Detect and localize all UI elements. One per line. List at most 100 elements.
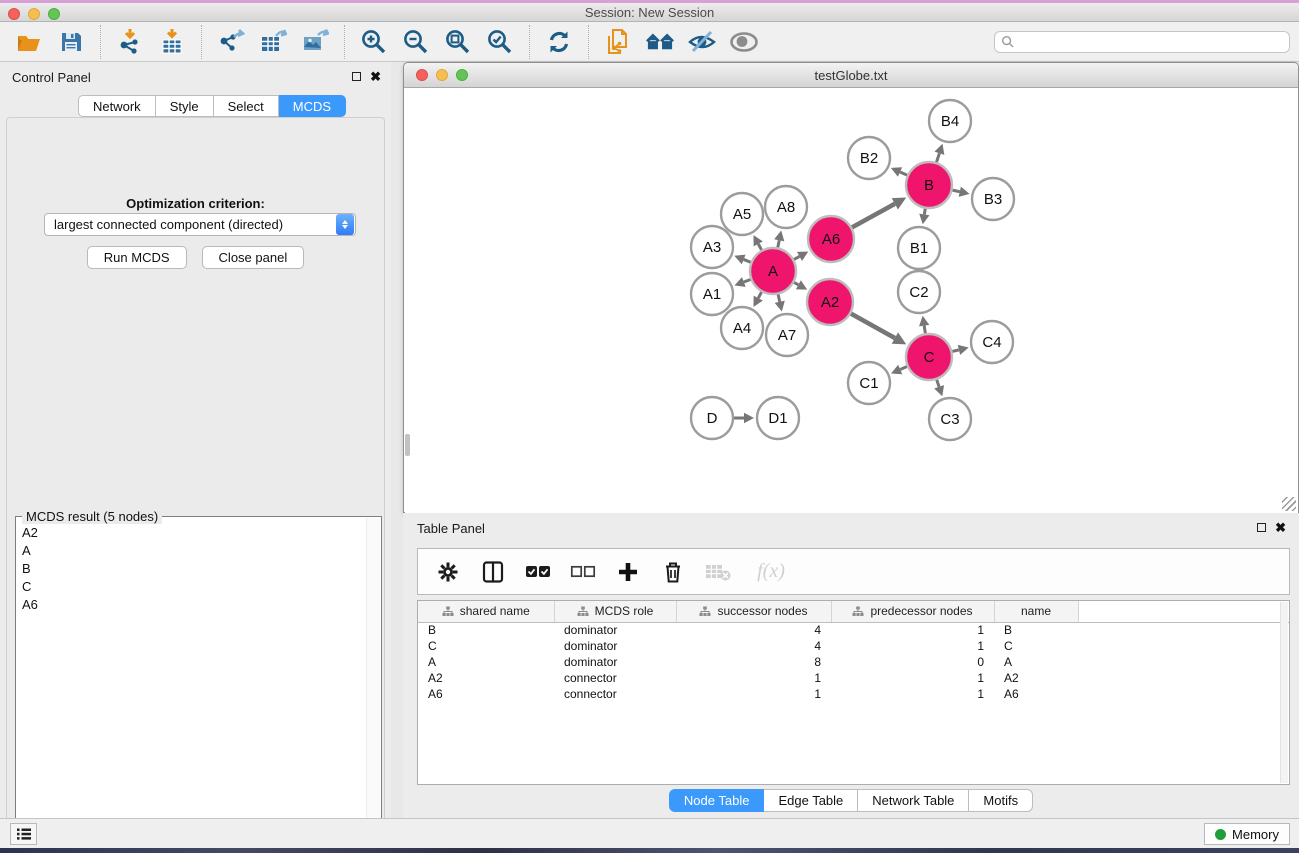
cell-predecessor-nodes[interactable]: 1 xyxy=(831,686,994,702)
edge-A-A5[interactable] xyxy=(758,244,761,250)
graph-node-C1[interactable]: C1 xyxy=(848,362,890,404)
cell-MCDS-role[interactable]: dominator xyxy=(554,622,676,638)
column-header-MCDS-role[interactable]: MCDS role xyxy=(554,601,676,622)
graph-node-B[interactable]: B xyxy=(906,162,952,208)
cell-MCDS-role[interactable]: dominator xyxy=(554,654,676,670)
graph-node-B3[interactable]: B3 xyxy=(972,178,1014,220)
cell-shared-name[interactable]: B xyxy=(418,622,554,638)
edge-B-B1[interactable] xyxy=(924,209,925,215)
network-vertical-scroll-thumb[interactable] xyxy=(405,434,410,456)
edge-A6-B[interactable] xyxy=(852,204,895,228)
edge-B-B3[interactable] xyxy=(952,190,959,192)
edge-A-A3[interactable] xyxy=(744,259,751,262)
cell-shared-name[interactable]: A2 xyxy=(418,670,554,686)
graph-node-C4[interactable]: C4 xyxy=(971,321,1013,363)
tab-node-table[interactable]: Node Table xyxy=(669,789,765,812)
task-history-button[interactable] xyxy=(10,823,37,845)
deselect-all-icon[interactable] xyxy=(569,558,597,586)
cell-MCDS-role[interactable]: connector xyxy=(554,686,676,702)
table-float-panel-icon[interactable] xyxy=(1257,523,1266,532)
cell-name[interactable]: C xyxy=(994,638,1078,654)
column-header-predecessor-nodes[interactable]: predecessor nodes xyxy=(831,601,994,622)
edge-A-A4[interactable] xyxy=(758,292,761,298)
close-panel-icon[interactable]: ✖ xyxy=(370,71,381,82)
edge-C-C3[interactable] xyxy=(937,380,939,387)
column-header-shared-name[interactable]: shared name xyxy=(418,601,554,622)
column-header-name[interactable]: name xyxy=(994,601,1078,622)
cell-successor-nodes[interactable]: 1 xyxy=(676,670,831,686)
tab-network[interactable]: Network xyxy=(78,95,156,117)
cell-name[interactable]: A xyxy=(994,654,1078,670)
add-column-icon[interactable] xyxy=(614,558,642,586)
result-scrollbar[interactable] xyxy=(366,518,380,853)
tab-network-table[interactable]: Network Table xyxy=(858,789,969,812)
result-item[interactable]: A2 xyxy=(16,523,365,541)
select-all-icon[interactable] xyxy=(524,558,552,586)
network-resize-grip[interactable] xyxy=(1282,497,1296,511)
cell-predecessor-nodes[interactable]: 1 xyxy=(831,638,994,654)
graph-node-B4[interactable]: B4 xyxy=(929,100,971,142)
tab-mcds[interactable]: MCDS xyxy=(279,95,346,117)
edge-A2-C[interactable] xyxy=(851,314,895,338)
cell-shared-name[interactable]: A6 xyxy=(418,686,554,702)
save-session-icon[interactable] xyxy=(56,27,86,57)
graph-node-C2[interactable]: C2 xyxy=(898,271,940,313)
node-table-grid[interactable]: shared nameMCDS rolesuccessor nodesprede… xyxy=(418,601,1289,702)
export-image-icon[interactable] xyxy=(300,27,330,57)
import-network-icon[interactable] xyxy=(115,27,145,57)
graph-node-A5[interactable]: A5 xyxy=(721,193,763,235)
edge-A-A1[interactable] xyxy=(744,279,751,282)
result-item[interactable]: A xyxy=(16,541,365,559)
cell-predecessor-nodes[interactable]: 0 xyxy=(831,654,994,670)
network-canvas[interactable]: B4B2BB3A8A5A6A3B1AA1C2A2A4A7C4CC1C3DD1 xyxy=(405,89,1298,513)
graph-node-A8[interactable]: A8 xyxy=(765,186,807,228)
graph-node-B1[interactable]: B1 xyxy=(898,227,940,269)
edge-C-C4[interactable] xyxy=(952,350,959,352)
column-chooser-icon[interactable] xyxy=(479,558,507,586)
cell-name[interactable]: A2 xyxy=(994,670,1078,686)
tab-motifs[interactable]: Motifs xyxy=(969,789,1033,812)
refresh-view-icon[interactable] xyxy=(544,27,574,57)
edge-B-B2[interactable] xyxy=(900,172,907,175)
edge-A-A2[interactable] xyxy=(794,282,798,284)
cell-MCDS-role[interactable]: dominator xyxy=(554,638,676,654)
edge-C-C1[interactable] xyxy=(900,367,907,370)
export-network-icon[interactable] xyxy=(216,27,246,57)
cell-shared-name[interactable]: A xyxy=(418,654,554,670)
tab-edge-table[interactable]: Edge Table xyxy=(764,789,858,812)
graph-node-A7[interactable]: A7 xyxy=(766,314,808,356)
graph-node-A2[interactable]: A2 xyxy=(807,279,853,325)
cell-name[interactable]: B xyxy=(994,622,1078,638)
memory-button[interactable]: Memory xyxy=(1204,823,1290,845)
graph-node-D1[interactable]: D1 xyxy=(757,397,799,439)
run-mcds-button[interactable]: Run MCDS xyxy=(87,246,187,269)
tab-select[interactable]: Select xyxy=(214,95,279,117)
table-row[interactable]: Adominator80A xyxy=(418,654,1289,670)
edge-A-A7[interactable] xyxy=(778,294,780,301)
table-row[interactable]: Cdominator41C xyxy=(418,638,1289,654)
search-input[interactable] xyxy=(1015,33,1289,51)
result-item[interactable]: B xyxy=(16,559,365,577)
show-all-icon[interactable] xyxy=(729,27,759,57)
cell-successor-nodes[interactable]: 4 xyxy=(676,622,831,638)
edge-C-C2[interactable] xyxy=(924,326,925,334)
clone-network-icon[interactable] xyxy=(603,27,633,57)
import-table-icon[interactable] xyxy=(157,27,187,57)
graph-node-A6[interactable]: A6 xyxy=(808,216,854,262)
edge-A-A8[interactable] xyxy=(778,240,779,247)
cell-shared-name[interactable]: C xyxy=(418,638,554,654)
cell-successor-nodes[interactable]: 4 xyxy=(676,638,831,654)
first-neighbors-icon[interactable] xyxy=(645,27,675,57)
zoom-out-icon[interactable] xyxy=(401,27,431,57)
table-row[interactable]: A2connector11A2 xyxy=(418,670,1289,686)
search-field[interactable] xyxy=(994,31,1290,53)
criterion-dropdown[interactable]: largest connected component (directed) xyxy=(44,213,356,236)
table-scrollbar[interactable] xyxy=(1280,602,1288,783)
cell-predecessor-nodes[interactable]: 1 xyxy=(831,622,994,638)
settings-gear-icon[interactable] xyxy=(434,558,462,586)
graph-node-D[interactable]: D xyxy=(691,397,733,439)
table-close-panel-icon[interactable]: ✖ xyxy=(1275,522,1286,533)
close-panel-button[interactable]: Close panel xyxy=(202,246,305,269)
graph-node-A[interactable]: A xyxy=(750,248,796,294)
zoom-fit-icon[interactable] xyxy=(443,27,473,57)
